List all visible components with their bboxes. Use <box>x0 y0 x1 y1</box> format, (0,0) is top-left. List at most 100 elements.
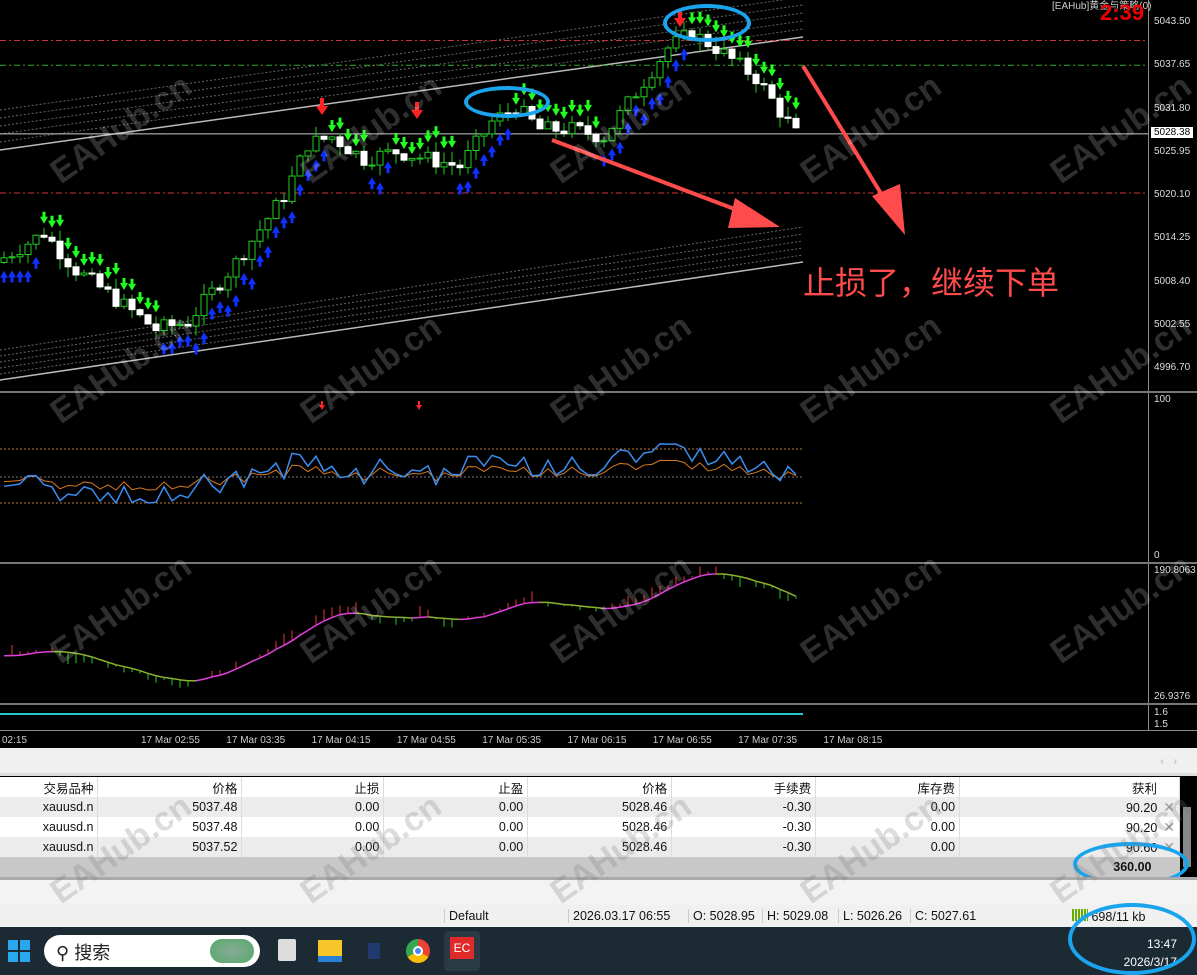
price-chart[interactable] <box>0 0 1148 391</box>
time-label: 17 Mar 02:55 <box>141 735 200 746</box>
oscillator-line <box>91 656 101 661</box>
candle <box>648 77 656 88</box>
sell-arrow-icon <box>360 130 368 143</box>
price-label: 5031.80 <box>1154 102 1191 114</box>
rsi-pane[interactable] <box>0 393 1148 562</box>
candle <box>400 153 408 161</box>
candle <box>296 155 304 177</box>
column-header[interactable]: 手续费 <box>671 777 817 797</box>
windows-start-icon[interactable] <box>8 940 30 962</box>
candle <box>472 135 480 152</box>
candle <box>560 130 568 135</box>
oscillator-line <box>659 588 669 595</box>
candle <box>192 315 200 327</box>
cell: 0.00 <box>354 820 380 834</box>
cell: 5037.48 <box>192 820 238 834</box>
oscillator-line <box>267 648 277 655</box>
time-label: 17 Mar 07:35 <box>738 735 798 746</box>
cell: 5037.48 <box>192 800 238 814</box>
candle <box>536 118 544 130</box>
candle <box>240 258 248 261</box>
table-row[interactable]: xauusd.n 5037.48 0.00 0.00 5028.46 -0.30 0.00 9… <box>0 797 1180 817</box>
column-header[interactable]: 库存费 <box>815 777 961 797</box>
candle <box>112 288 120 307</box>
candle <box>152 323 160 332</box>
table-row[interactable]: xauusd.n 5037.52 0.00 0.00 5028.46 -0.30 0.00 9… <box>0 837 1180 857</box>
candle <box>544 121 552 130</box>
candle <box>56 240 64 260</box>
cell: 5028.46 <box>622 840 668 854</box>
buy-arrow-icon <box>368 177 376 190</box>
oscillator-line <box>635 600 645 605</box>
oscillator-line <box>771 584 781 591</box>
oscillator-line <box>275 644 285 651</box>
time-label: 17 Mar 03:35 <box>226 735 286 746</box>
volume-pane[interactable] <box>0 705 1148 730</box>
buy-arrow-icon <box>640 113 648 126</box>
oscillator-line <box>675 581 685 587</box>
candle <box>448 162 456 166</box>
ec-label: EC <box>450 937 474 959</box>
oscillator-line <box>787 591 797 598</box>
table-header: 交易品种 价格 止损 止盈 价格 手续费 库存费 获利 <box>0 777 1180 797</box>
oscillator-line <box>307 624 317 631</box>
candle <box>120 298 128 307</box>
sell-arrow-icon <box>128 278 136 291</box>
column-header[interactable]: 止盈 <box>383 777 529 797</box>
column-header[interactable]: 获利 <box>959 777 1180 797</box>
rsi-min: 0 <box>1154 550 1160 561</box>
candle <box>384 149 392 152</box>
task-view-icon[interactable] <box>278 939 296 961</box>
sell-arrow-icon <box>392 132 400 145</box>
file-explorer-icon[interactable] <box>318 940 342 962</box>
candle <box>744 57 752 75</box>
oscillator-line <box>83 654 93 658</box>
oscillator-line <box>139 669 149 675</box>
oscillator-line <box>171 677 181 681</box>
channel-line-upper <box>0 28 804 143</box>
cell: 5037.52 <box>192 840 238 854</box>
sell-arrow-icon <box>408 142 416 155</box>
toolbox-toolbar: ‹› <box>0 748 1197 776</box>
candle <box>552 121 560 132</box>
oscillator-line <box>723 573 733 576</box>
ec-app-icon[interactable]: EC <box>444 931 480 971</box>
oscillator-line <box>651 593 661 599</box>
tab-scroll-arrows[interactable]: ‹› <box>1160 756 1187 767</box>
oscillator-line <box>75 652 85 656</box>
table-row[interactable]: xauusd.n 5037.48 0.00 0.00 5028.46 -0.30 0.00 9… <box>0 817 1180 837</box>
oscillator-line <box>619 605 629 608</box>
oscillator-pane[interactable] <box>0 564 1148 703</box>
oscillator-line <box>283 640 293 646</box>
candle <box>272 200 280 220</box>
column-header[interactable]: 止损 <box>241 777 385 797</box>
oscillator-line <box>523 601 533 605</box>
sell-arrow-icon <box>152 300 160 313</box>
sell-arrow-icon <box>792 97 800 110</box>
oscillator-line <box>507 605 517 610</box>
cell: 5028.46 <box>622 800 668 814</box>
osc-max: 190.8063 <box>1154 565 1196 576</box>
oscillator-line <box>99 658 109 663</box>
oscillator-line <box>315 620 325 626</box>
candle <box>584 125 592 135</box>
osc-axis: 190.8063 26.9376 <box>1148 564 1197 703</box>
buy-arrow-icon <box>680 48 688 61</box>
column-header[interactable]: 交易品种 <box>0 777 99 797</box>
sell-arrow-icon <box>40 211 48 224</box>
candle <box>288 175 296 203</box>
column-header[interactable]: 价格 <box>97 777 243 797</box>
close-position-icon[interactable]: ✕ <box>1163 799 1175 815</box>
candle <box>392 149 400 155</box>
rsi-line <box>3 443 797 505</box>
time-axis: 02:15 17 Mar 02:55 17 Mar 03:35 17 Mar 04:1… <box>0 730 1197 748</box>
candle <box>568 122 576 135</box>
candle <box>608 127 616 142</box>
taskbar-search[interactable]: ⚲ 搜索 <box>44 935 260 967</box>
close-position-icon[interactable]: ✕ <box>1163 819 1175 835</box>
column-header[interactable]: 价格 <box>527 777 673 797</box>
oscillator-line <box>499 608 509 613</box>
candle <box>72 266 80 276</box>
app-icon[interactable] <box>368 943 380 959</box>
chrome-icon[interactable] <box>406 939 430 963</box>
